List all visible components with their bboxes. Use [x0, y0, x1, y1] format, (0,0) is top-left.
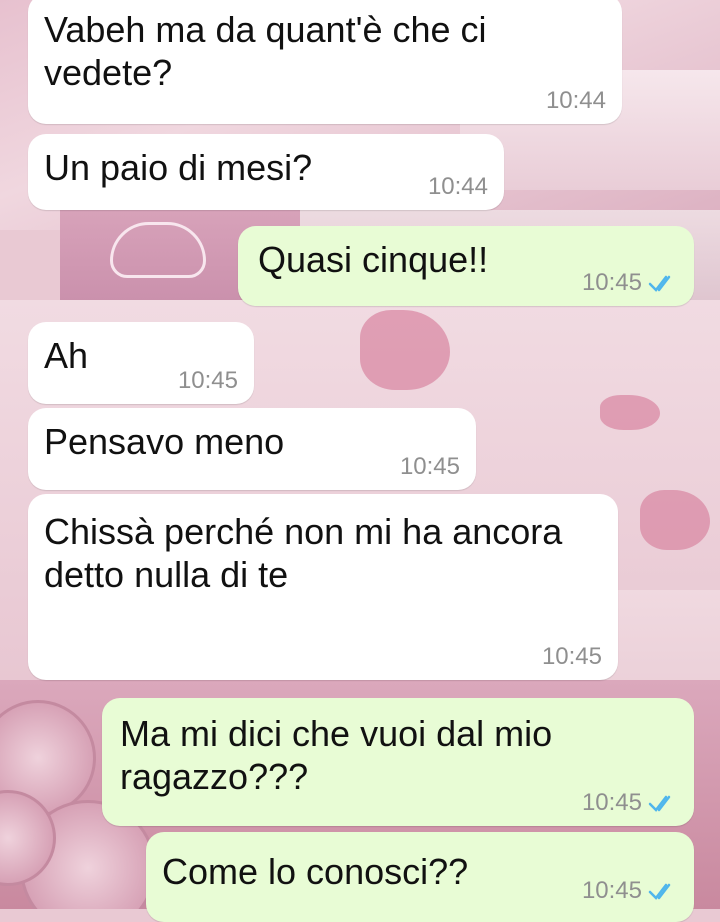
message-time: 10:45 — [581, 877, 642, 904]
message-text: Vabeh ma da quant'è che ci vedete? — [44, 9, 487, 93]
incoming-message[interactable]: Vabeh ma da quant'è che ci vedete? 10:44 — [28, 0, 622, 124]
incoming-message[interactable]: Pensavo meno 10:45 — [28, 408, 476, 490]
double-check-icon — [648, 883, 671, 900]
outgoing-message[interactable]: Ma mi dici che vuoi dal mio ragazzo??? 1… — [102, 698, 694, 826]
incoming-message[interactable]: Ah 10:45 — [28, 322, 254, 404]
message-text: Ma mi dici che vuoi dal mio ragazzo??? — [120, 713, 553, 797]
message-time: 10:44 — [427, 173, 488, 200]
outgoing-message[interactable]: Quasi cinque!! 10:45 — [238, 226, 694, 306]
incoming-message[interactable]: Chissà perché non mi ha ancora detto nul… — [28, 494, 618, 680]
message-time: 10:44 — [545, 87, 606, 114]
message-time: 10:45 — [541, 643, 602, 670]
message-time: 10:45 — [177, 367, 238, 394]
message-list[interactable]: Vabeh ma da quant'è che ci vedete? 10:44… — [0, 0, 720, 922]
double-check-icon — [648, 275, 671, 292]
message-text: Un paio di mesi? — [44, 147, 313, 188]
incoming-message[interactable]: Un paio di mesi? 10:44 — [28, 134, 504, 210]
message-text: Pensavo meno — [44, 421, 285, 462]
message-time: 10:45 — [581, 789, 642, 816]
double-check-icon — [648, 795, 671, 812]
message-time: 10:45 — [399, 453, 460, 480]
message-time: 10:45 — [581, 269, 642, 296]
message-text: Chissà perché non mi ha ancora detto nul… — [44, 511, 563, 595]
